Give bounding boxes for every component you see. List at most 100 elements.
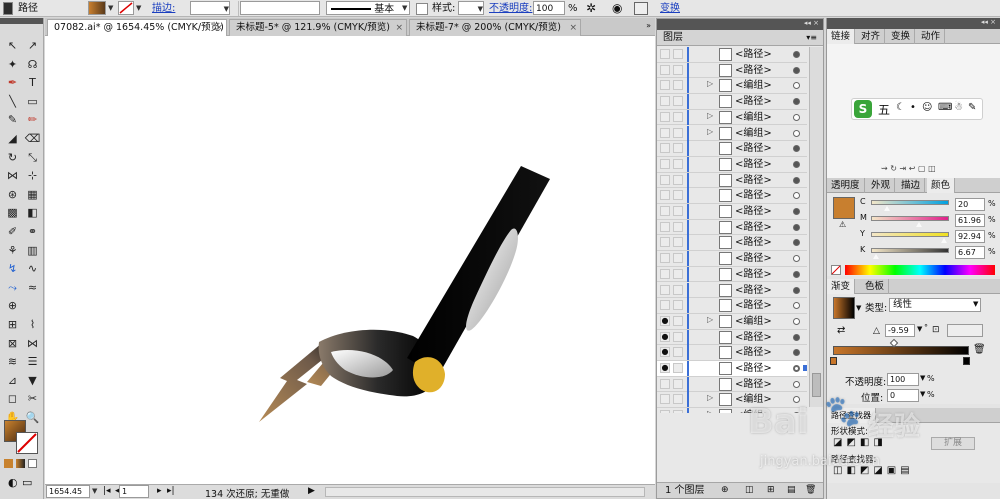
layer-row[interactable]: <路径> [657, 156, 807, 173]
target-icon[interactable] [793, 333, 800, 341]
spacer-a-icon[interactable] [23, 298, 42, 314]
tab-swatches[interactable]: 色板 [861, 279, 890, 294]
stop-opacity-input[interactable]: 100 [887, 373, 919, 386]
draw-mode-icon[interactable]: ◐ [8, 476, 18, 489]
visibility-toggle-icon[interactable] [660, 394, 670, 405]
delete-stop-icon[interactable]: 🗑 [973, 344, 986, 355]
wrench-icon[interactable]: ✎ [968, 102, 976, 113]
perspective-grid-tool-icon[interactable]: ▦ [23, 187, 42, 203]
lock-toggle-icon[interactable] [673, 143, 683, 154]
layer-row[interactable]: <路径> [657, 62, 807, 79]
lock-toggle-icon[interactable] [673, 284, 683, 295]
layer-row[interactable]: <路径> [657, 251, 807, 267]
brush-dropdown-icon[interactable]: ▼ [402, 1, 407, 16]
links-footer-icons[interactable]: ⇝ ↻ ⇥ ↩ ▢ ◫ [881, 164, 936, 173]
dot-icon[interactable]: • [910, 102, 916, 113]
layer-row[interactable]: <路径> [657, 235, 807, 252]
lock-toggle-icon[interactable] [673, 80, 683, 91]
channel-value-input[interactable]: 6.67 [955, 246, 985, 259]
lock-toggle-icon[interactable] [673, 363, 683, 373]
target-icon[interactable] [793, 145, 800, 153]
tab-07082[interactable]: 07082.ai* @ 1654.45% (CMYK/预览) × [47, 19, 227, 36]
first-artboard-icon[interactable]: |◂ [103, 486, 111, 496]
fill-dropdown-icon[interactable]: ▼ [108, 1, 113, 16]
visibility-toggle-icon[interactable] [660, 80, 670, 91]
wrinkle-tool-icon[interactable]: ☰ [23, 354, 42, 370]
warp-tool-icon[interactable]: ⊞ [3, 317, 22, 333]
layer-name[interactable]: <路径> [735, 361, 772, 376]
layers-scrollbar[interactable] [809, 47, 823, 407]
visibility-toggle-icon[interactable] [660, 96, 670, 107]
visibility-toggle-icon[interactable] [660, 237, 670, 248]
channel-value-input[interactable]: 20 [955, 198, 985, 211]
reverse-gradient-icon[interactable]: ⇄ [837, 325, 845, 336]
tab-color[interactable]: 颜色 [927, 178, 956, 193]
target-icon[interactable] [793, 129, 800, 137]
aspect-ratio-input[interactable] [947, 324, 983, 337]
color-mode-button[interactable] [4, 459, 13, 468]
target-icon[interactable] [793, 317, 800, 325]
target-icon[interactable] [793, 51, 800, 58]
stroke-swatch[interactable] [118, 1, 134, 15]
width-tool-icon[interactable]: ⋈ [3, 168, 22, 184]
lock-toggle-icon[interactable] [673, 158, 683, 169]
keyboard-icon[interactable]: ⌨ [938, 102, 952, 113]
out-of-gamut-icon[interactable]: ⚠ [839, 220, 846, 229]
visibility-toggle-icon[interactable] [660, 284, 670, 295]
lock-toggle-icon[interactable] [673, 253, 683, 264]
eyedropper-tool-icon[interactable]: ✐ [3, 224, 22, 240]
mesh-tool-icon[interactable]: ▩ [3, 205, 22, 221]
gradient-stop-start[interactable] [830, 357, 837, 365]
layer-row[interactable]: ● <路径> [657, 345, 807, 361]
lock-toggle-icon[interactable] [673, 378, 683, 389]
blend-tool-icon[interactable]: ⚭ [23, 224, 42, 240]
slice-tool-icon[interactable]: ▼ [23, 373, 42, 389]
pen-tool-icon[interactable]: ✒ [3, 75, 22, 91]
layer-name[interactable]: <路径> [735, 94, 772, 109]
panel-menu-icon[interactable]: ▾≡ [806, 30, 817, 45]
eraser-tool-icon[interactable]: ⌫ [23, 131, 42, 147]
gradient-slider[interactable] [833, 346, 969, 355]
gradient-type-dropdown-icon[interactable]: ▼ [973, 300, 978, 308]
opacity-input[interactable]: 100 [533, 1, 565, 15]
layer-name[interactable]: <路径> [735, 298, 772, 313]
lock-toggle-icon[interactable] [673, 111, 683, 122]
tab-stroke[interactable]: 描边 [897, 178, 926, 193]
target-icon[interactable] [793, 98, 800, 106]
tab-actions[interactable]: 动作 [917, 29, 946, 44]
layer-row[interactable]: <路径> [657, 47, 807, 63]
lock-toggle-icon[interactable] [673, 96, 683, 107]
layer-name[interactable]: <路径> [735, 267, 772, 282]
line-tool-icon[interactable]: ╲ [3, 94, 22, 110]
layer-row[interactable]: <路径> [657, 204, 807, 220]
layer-name[interactable]: <路径> [735, 345, 772, 360]
crosshair-tool-icon[interactable]: ⊕ [3, 298, 22, 314]
target-icon[interactable] [793, 192, 800, 200]
globe-icon[interactable]: ◉ [612, 1, 622, 16]
smile-icon[interactable]: ☺ [922, 102, 932, 113]
locate-object-icon[interactable]: ⊕ [721, 483, 729, 498]
lock-toggle-icon[interactable] [673, 315, 683, 326]
pencil-tool-icon[interactable]: ✏ [23, 112, 42, 128]
twirl-tool-icon[interactable]: ⌇ [23, 317, 42, 333]
color-fill-swatch[interactable] [833, 197, 855, 219]
gradient-tool-icon[interactable]: ◧ [23, 205, 42, 221]
scale-tool-icon[interactable]: ⤡ [23, 150, 42, 166]
gradient-mode-button[interactable] [16, 459, 25, 468]
expand-toggle-icon[interactable]: ▷ [707, 409, 713, 413]
lock-toggle-icon[interactable] [673, 394, 683, 405]
rotate-tool-icon[interactable]: ↻ [3, 150, 22, 166]
layer-row[interactable]: <路径> [657, 141, 807, 157]
layer-row[interactable]: ● <路径> [657, 329, 807, 346]
channel-slider[interactable] [871, 248, 949, 253]
visibility-toggle-icon[interactable] [660, 410, 670, 413]
brush-definition-select[interactable]: 基本 [326, 1, 410, 15]
layer-name[interactable]: <路径> [735, 235, 772, 250]
variable-width-profile[interactable] [240, 1, 320, 15]
free-transform-tool-icon[interactable]: ⊹ [23, 168, 42, 184]
layer-name[interactable]: <编组> [735, 78, 772, 93]
slider-handle[interactable] [916, 222, 923, 227]
target-icon[interactable] [793, 113, 800, 121]
shape-builder-tool-icon[interactable]: ⊛ [3, 187, 22, 203]
horizontal-scrollbar[interactable] [325, 487, 645, 497]
